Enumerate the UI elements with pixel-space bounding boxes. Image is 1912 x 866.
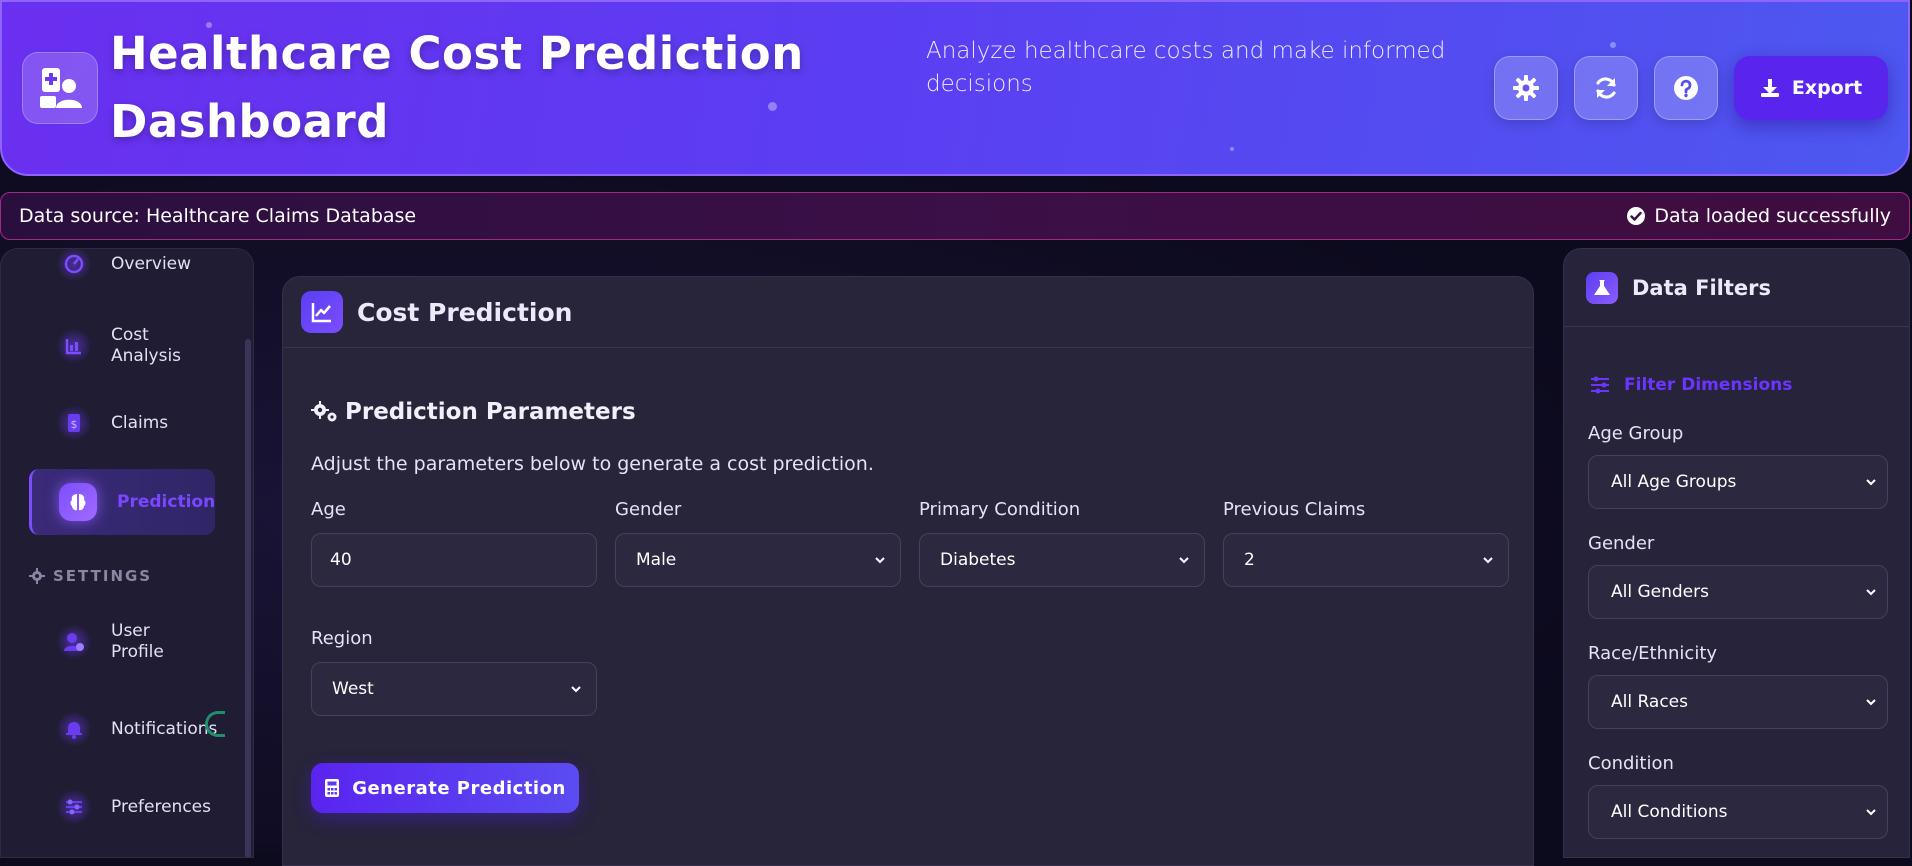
generate-prediction-button[interactable]: Generate Prediction	[311, 763, 579, 813]
settings-button[interactable]	[1494, 56, 1558, 120]
data-source-text: Data source: Healthcare Claims Database	[19, 205, 417, 227]
sidebar-item-label: Cost Analysis	[111, 325, 182, 366]
app-header: Healthcare Cost Prediction Dashboard Ana…	[0, 0, 1910, 176]
sliders-icon	[57, 790, 91, 824]
panel-header: Cost Prediction	[283, 277, 1533, 348]
logo-icon	[22, 52, 98, 124]
age-group-select[interactable]: All Age Groups	[1588, 455, 1888, 509]
claims-label: Previous Claims	[1223, 499, 1366, 520]
chevron-down-icon	[1866, 699, 1876, 706]
chevron-down-icon	[1483, 557, 1493, 564]
notification-badge	[205, 711, 225, 737]
condition-label: Primary Condition	[919, 499, 1081, 520]
sidebar: Overview Cost Analysis $ Claims Predicti…	[0, 248, 254, 858]
sidebar-item-preferences[interactable]: Preferences	[29, 789, 215, 825]
gears-icon	[311, 401, 337, 422]
page-subtitle: Analyze healthcare costs and make inform…	[926, 38, 1446, 97]
gender-field: Gender Male	[615, 499, 901, 587]
filter-dimensions-label: Filter Dimensions	[1590, 375, 1792, 395]
calculator-icon	[325, 779, 340, 797]
race-select[interactable]: All Races	[1588, 675, 1888, 729]
export-label: Export	[1791, 77, 1863, 99]
sidebar-item-cost-analysis[interactable]: Cost Analysis	[29, 323, 215, 369]
filter-condition: Condition All Conditions	[1588, 753, 1888, 839]
gear-icon	[29, 568, 45, 584]
settings-label: SETTINGS	[53, 567, 153, 585]
sidebar-scrollbar[interactable]	[245, 339, 251, 857]
sidebar-item-claims[interactable]: $ Claims	[29, 405, 215, 441]
invoice-dollar-icon: $	[57, 406, 91, 440]
region-label: Region	[311, 628, 373, 649]
chevron-down-icon	[1866, 589, 1876, 596]
condition-filter-select[interactable]: All Conditions	[1588, 785, 1888, 839]
sidebar-item-label: Overview	[111, 253, 192, 274]
chart-icon	[57, 329, 91, 363]
refresh-icon	[1596, 77, 1616, 99]
region-field: Region West	[311, 628, 597, 716]
condition-field: Primary Condition Diabetes	[919, 499, 1205, 587]
check-circle-icon	[1627, 207, 1646, 225]
sidebar-item-overview[interactable]: Overview	[29, 249, 215, 281]
data-filters-panel: Data Filters Filter Dimensions Age Group…	[1563, 248, 1910, 858]
claims-field: Previous Claims 2	[1223, 499, 1509, 587]
sidebar-item-label: Preferences	[111, 796, 211, 817]
chevron-down-icon	[1179, 557, 1189, 564]
age-field: Age 40	[311, 499, 597, 587]
chevron-down-icon	[1866, 809, 1876, 816]
section-title: Prediction Parameters	[311, 399, 636, 425]
download-icon	[1760, 79, 1779, 97]
gender-select[interactable]: Male	[615, 533, 901, 587]
gear-icon	[1513, 75, 1539, 101]
flask-icon	[1586, 271, 1618, 304]
bell-icon	[57, 712, 91, 746]
sidebar-item-label: Notifications	[111, 718, 218, 739]
sidebar-item-prediction[interactable]: Prediction	[29, 469, 215, 535]
chevron-down-icon	[875, 557, 885, 564]
chart-line-icon	[301, 291, 343, 333]
settings-section-header: SETTINGS	[29, 567, 152, 585]
cost-prediction-panel: Cost Prediction Prediction Parameters Ad…	[282, 276, 1534, 866]
filter-race: Race/Ethnicity All Races	[1588, 643, 1888, 729]
svg-text:$: $	[71, 418, 78, 431]
export-button[interactable]: Export	[1734, 56, 1888, 120]
filter-age-group: Age Group All Age Groups	[1588, 423, 1888, 509]
chevron-down-icon	[571, 686, 581, 693]
generate-label: Generate Prediction	[352, 777, 566, 799]
gauge-icon	[57, 249, 91, 281]
filter-title: Data Filters	[1632, 275, 1772, 300]
age-label: Age	[311, 499, 346, 520]
gender-label: Gender	[615, 499, 682, 520]
gender-filter-select[interactable]: All Genders	[1588, 565, 1888, 619]
page-title: Healthcare Cost Prediction Dashboard	[110, 27, 804, 148]
sliders-icon	[1591, 376, 1609, 394]
brain-icon	[59, 483, 97, 521]
condition-select[interactable]: Diabetes	[919, 533, 1205, 587]
refresh-button[interactable]	[1574, 56, 1638, 120]
panel-title: Cost Prediction	[357, 297, 573, 327]
sidebar-item-user-profile[interactable]: User Profile	[29, 619, 215, 665]
chevron-down-icon	[1866, 479, 1876, 486]
user-gear-icon	[57, 625, 91, 659]
status-bar: Data source: Healthcare Claims Database …	[0, 192, 1910, 240]
help-button[interactable]	[1654, 56, 1718, 120]
age-input[interactable]: 40	[311, 533, 597, 587]
sidebar-item-label: User Profile	[111, 621, 164, 662]
question-icon	[1674, 76, 1698, 100]
sidebar-item-label: Prediction	[117, 491, 216, 512]
status-message: Data loaded successfully	[1654, 205, 1891, 227]
claims-select[interactable]: 2	[1223, 533, 1509, 587]
filter-header: Data Filters	[1564, 249, 1909, 327]
sidebar-item-label: Claims	[111, 412, 169, 433]
section-description: Adjust the parameters below to generate …	[311, 453, 874, 475]
filter-gender: Gender All Genders	[1588, 533, 1888, 619]
sidebar-item-notifications[interactable]: Notifications	[29, 711, 218, 747]
region-select[interactable]: West	[311, 662, 597, 716]
